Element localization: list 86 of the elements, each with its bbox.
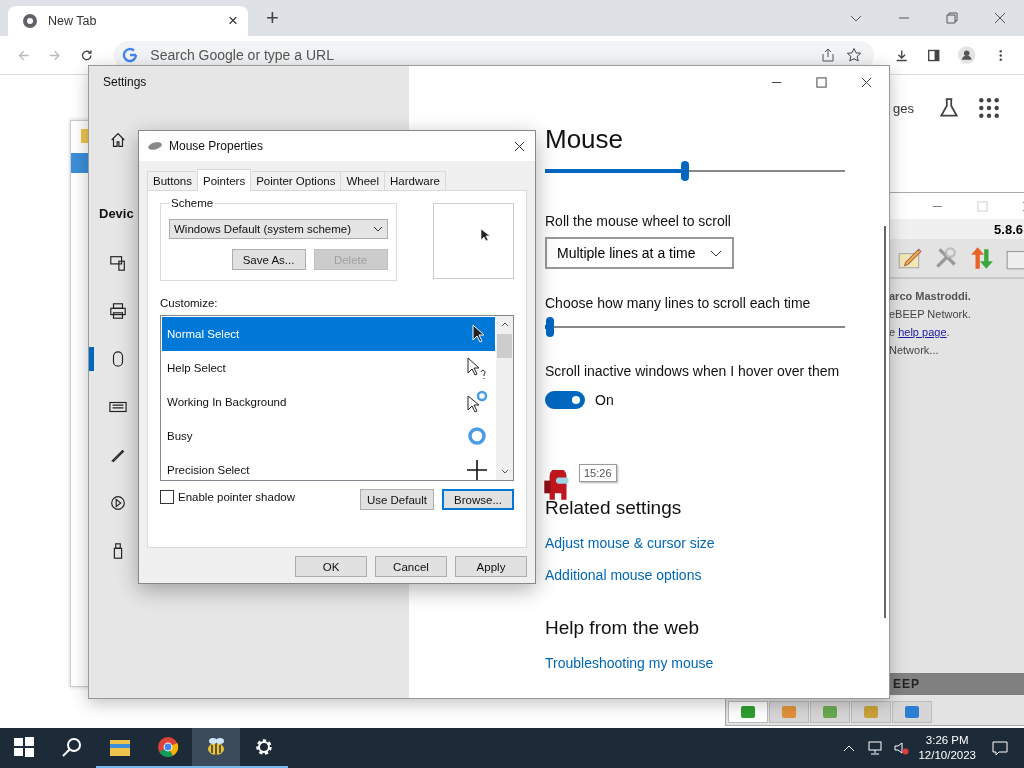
page-heading: Mouse — [545, 124, 624, 155]
cursor-list-item[interactable]: Busy — [162, 419, 495, 453]
checkbox-label: Enable pointer shadow — [178, 490, 295, 503]
star-icon[interactable] — [846, 47, 863, 63]
speaker-muted-icon[interactable] — [893, 740, 910, 756]
setting-label: Scroll inactive windows when I hover over them — [545, 363, 840, 379]
share-icon[interactable] — [820, 47, 837, 63]
maximize-icon[interactable] — [816, 76, 827, 88]
help-link[interactable]: Troubleshooting my mouse — [545, 655, 714, 671]
notification-icon[interactable] — [992, 740, 1008, 756]
close-icon[interactable] — [861, 76, 872, 88]
scheme-button[interactable]: Save As... — [231, 249, 306, 270]
section-heading: Help from the web — [545, 617, 700, 639]
cursor-list-item[interactable]: Working In Background — [162, 385, 495, 419]
cursor-icon — [465, 424, 489, 448]
section-heading: Devic — [99, 206, 135, 221]
network-icon[interactable] — [867, 740, 884, 756]
flask-icon[interactable] — [938, 97, 960, 119]
dialog-title: Mouse Properties — [169, 139, 264, 153]
dialog-tab[interactable]: Buttons — [147, 171, 198, 190]
slider-thumb[interactable] — [545, 317, 554, 337]
app-icon — [60, 735, 84, 759]
settings-link[interactable]: Adjust mouse & cursor size — [545, 535, 715, 551]
scheme-dropdown[interactable]: Windows Default (system scheme) — [169, 219, 388, 239]
cursor-icon — [465, 390, 489, 414]
setting-label: Roll the mouse wheel to scroll — [545, 213, 731, 229]
restore-icon[interactable] — [946, 12, 958, 24]
info-text: e help page. — [889, 325, 951, 339]
mouse-icon — [147, 141, 163, 151]
dialog-button[interactable]: Cancel — [375, 556, 447, 577]
window-title: Settings — [103, 75, 147, 89]
clock-time[interactable]: 3:26 PM — [925, 733, 969, 748]
sidebar-icon — [109, 302, 127, 320]
app-icon — [12, 735, 36, 759]
arrow-cursor-icon — [479, 228, 490, 242]
up-down-arrows-icon[interactable] — [969, 245, 995, 271]
scrollbar-thumb[interactable] — [497, 334, 512, 358]
app-tab[interactable] — [892, 701, 932, 723]
author-text: arco Mastroddi. — [889, 289, 972, 303]
info-text: eBEEP Network. — [889, 307, 972, 321]
group-label: Scheme — [169, 197, 216, 209]
browser-tab[interactable]: New Tab × — [8, 6, 248, 36]
tab-close-button[interactable]: × — [228, 11, 238, 31]
tab-title: New Tab — [48, 14, 98, 28]
images-link[interactable]: ges — [893, 100, 914, 116]
profile-icon[interactable] — [958, 44, 976, 66]
dialog-button[interactable]: Apply — [455, 556, 527, 577]
setting-label: Choose how many lines to scroll each time — [545, 295, 811, 311]
app-icon — [156, 735, 180, 759]
customize-label: Customize: — [160, 297, 219, 309]
cursor-list-item[interactable]: Normal Select — [162, 317, 495, 351]
close-icon[interactable] — [514, 140, 525, 152]
scroll-dropdown[interactable]: Multiple lines at a time — [545, 237, 734, 269]
version-label: 5.8.6 — [994, 221, 1023, 237]
dialog-tab[interactable]: Hardware — [384, 171, 446, 190]
cursor-icon — [465, 356, 489, 380]
tooltip: 15:26 — [579, 464, 617, 482]
checkbox[interactable] — [160, 489, 174, 504]
cursor-list-item[interactable]: Precision Select — [162, 453, 495, 487]
app-tab[interactable] — [728, 701, 768, 723]
sidebar-icon — [109, 131, 127, 149]
toggle-switch[interactable] — [545, 391, 585, 409]
settings-link[interactable]: Additional mouse options — [545, 567, 702, 583]
sidebar-icon — [109, 494, 127, 512]
browser-logo-icon — [22, 13, 38, 29]
section-heading: Related settings — [545, 497, 682, 519]
taskbar-button[interactable] — [192, 728, 240, 768]
close-icon[interactable] — [994, 12, 1006, 24]
cursor-button[interactable]: Browse... — [442, 489, 514, 510]
cursor-button[interactable]: Use Default — [359, 489, 434, 510]
toggle-label: On — [595, 392, 614, 408]
address-field[interactable]: Search Google or type a URL — [148, 46, 811, 64]
chevron-down-icon — [372, 224, 383, 234]
dialog-button[interactable]: OK — [295, 556, 367, 577]
dialog-tab[interactable]: Pointer Options — [250, 171, 342, 190]
banner-text: EEP — [893, 677, 920, 691]
google-icon — [122, 47, 139, 63]
info-text: Network... — [889, 343, 940, 357]
cursor-list-item[interactable]: Help Select — [162, 351, 495, 385]
clock-date[interactable]: 12/10/2023 — [918, 748, 976, 763]
sidebar-icon — [109, 254, 127, 272]
new-tab-button[interactable]: + — [266, 5, 279, 31]
apps-grid-icon[interactable] — [978, 97, 1000, 119]
dialog-tab[interactable]: Pointers — [197, 169, 252, 191]
cursor-icon — [465, 458, 489, 482]
help-page-link[interactable]: help page — [898, 326, 947, 338]
